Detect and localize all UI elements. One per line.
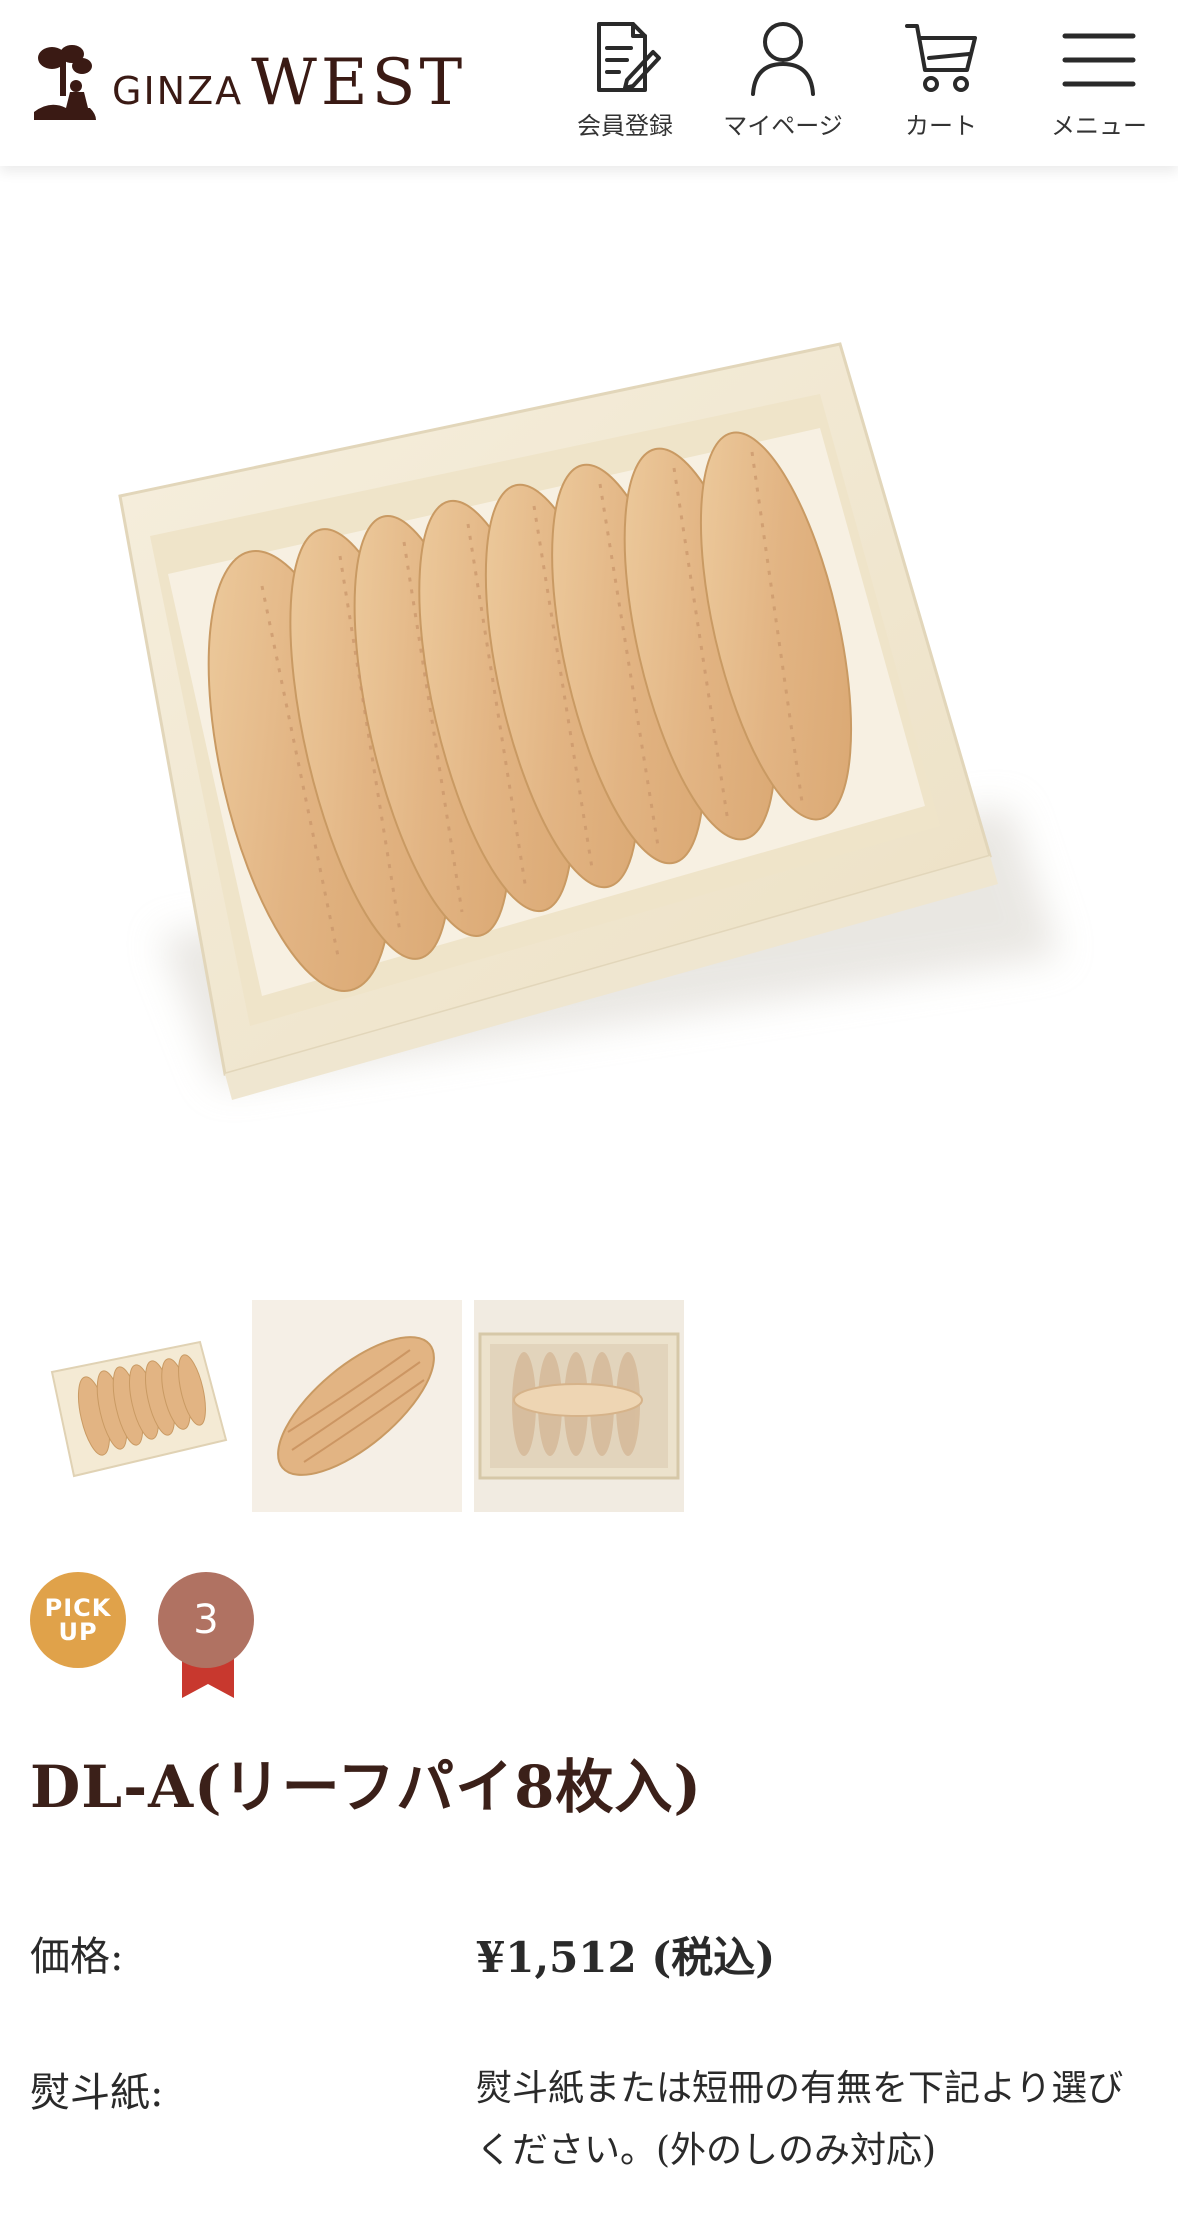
logo-tree-figure-icon <box>34 45 96 120</box>
pick-up-badge: PICK UP <box>30 1572 126 1668</box>
nav-cart[interactable]: カート <box>862 18 1020 146</box>
cart-icon <box>905 24 977 92</box>
ranking-badge: 3 <box>158 1572 256 1700</box>
price-value: ¥1,512 (税込) <box>476 1933 776 1982</box>
product-title: DL-A(リーフパイ8枚入) <box>30 1753 702 1821</box>
nav-cart-label: カート <box>905 112 977 140</box>
ranking-number: 3 <box>158 1572 254 1668</box>
nav-member-register[interactable]: 会員登録 <box>546 18 704 146</box>
nav-mypage-label: マイページ <box>723 112 843 140</box>
site-header: GINZA WEST 会員登録 マイページ カート メニュー <box>0 0 1178 166</box>
thumbnail-strip <box>30 1300 684 1512</box>
single-leaf-pie-thumbnail <box>252 1300 462 1512</box>
nav-mypage[interactable]: マイページ <box>704 18 862 146</box>
leaf-pie-box-thumbnail <box>30 1300 240 1512</box>
thumbnail-wrapped[interactable] <box>474 1300 684 1512</box>
pick-up-badge-line2: UP <box>58 1618 98 1646</box>
header-nav: 会員登録 マイページ カート メニュー <box>546 18 1178 146</box>
nav-member-register-label: 会員登録 <box>577 112 673 140</box>
noshi-description: 熨斗紙または短冊の有無を下記より選びください。(外のしのみ対応) <box>476 2068 1124 2171</box>
logo-name: WEST <box>251 46 467 120</box>
register-document-icon <box>597 22 661 92</box>
price-label: 価格: <box>30 1934 124 1980</box>
badges: PICK UP 3 <box>30 1572 256 1700</box>
hamburger-menu-icon <box>1062 33 1136 87</box>
ginza-west-logo[interactable]: GINZA WEST <box>30 38 466 128</box>
nav-menu[interactable]: メニュー <box>1020 18 1178 146</box>
product-main-image[interactable] <box>0 166 1178 1276</box>
user-icon <box>751 22 815 96</box>
noshi-label: 熨斗紙: <box>30 2070 164 2116</box>
nav-menu-label: メニュー <box>1051 112 1147 140</box>
thumbnail-single-pie[interactable] <box>252 1300 462 1512</box>
thumbnail-box[interactable] <box>30 1300 240 1512</box>
logo-text: GINZA WEST <box>112 46 466 120</box>
pick-up-badge-line1: PICK <box>44 1594 112 1622</box>
wrapped-box-thumbnail <box>474 1300 684 1512</box>
logo-prefix: GINZA <box>112 69 244 113</box>
leaf-pie-box-photo <box>118 342 1060 1100</box>
